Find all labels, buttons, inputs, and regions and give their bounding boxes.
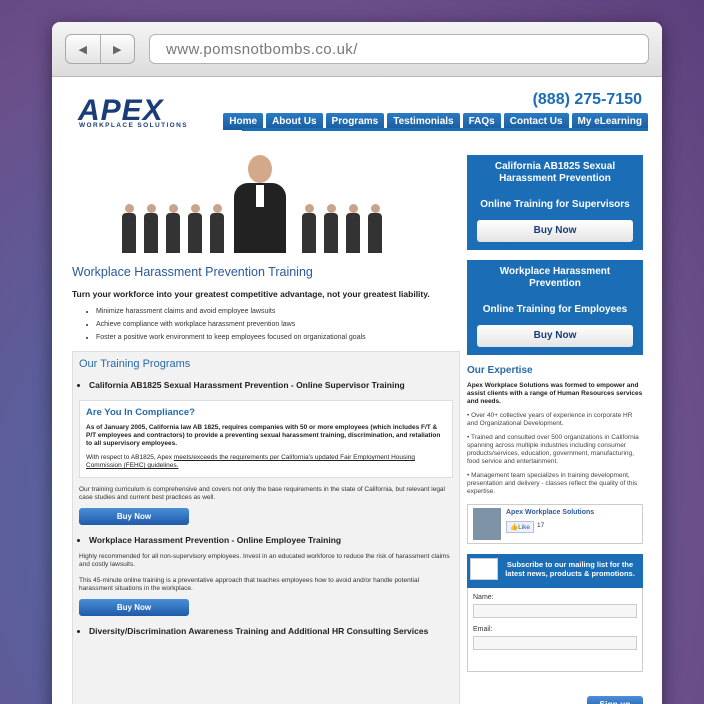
address-bar[interactable]: www.pomsnotbombs.co.uk/ xyxy=(149,34,649,64)
forward-icon[interactable]: ▶ xyxy=(99,35,135,63)
email-field[interactable] xyxy=(473,636,637,650)
list-item: Minimize harassment claims and avoid emp… xyxy=(96,308,460,315)
compliance-note: With respect to AB1825, Apex meets/excee… xyxy=(86,454,446,470)
compliance-box: Are You In Compliance? As of January 200… xyxy=(79,400,453,478)
person-figure xyxy=(210,204,224,253)
person-figure xyxy=(122,204,136,253)
mailing-list-text: Subscribe to our mailing list for the la… xyxy=(505,560,635,578)
hero-image xyxy=(102,153,412,253)
box-title: California AB1825 Sexual Harassment Prev… xyxy=(494,161,616,184)
person-figure xyxy=(144,204,158,253)
program-description: This 45-minute online training is a prev… xyxy=(79,577,420,592)
browser-toolbar: ◀ ▶ www.pomsnotbombs.co.uk/ xyxy=(52,22,662,77)
site-header: APEX WORKPLACE SOLUTIONS (888) 275-7150 … xyxy=(52,78,662,150)
employee-training-box: Workplace Harassment Prevention Online T… xyxy=(467,260,643,355)
signup-form: Name: Email: xyxy=(467,588,643,672)
fb-like-label: Like xyxy=(518,524,531,531)
compliance-title: Are You In Compliance? xyxy=(86,407,195,418)
person-figure xyxy=(188,204,202,253)
intro-text: Turn your workforce into your greatest c… xyxy=(72,289,430,299)
nav-underline xyxy=(242,128,648,131)
person-figure xyxy=(346,204,360,253)
name-label: Name: xyxy=(473,594,494,601)
person-figure xyxy=(324,204,338,253)
mailing-list-banner: Subscribe to our mailing list for the la… xyxy=(467,554,643,588)
buy-now-button[interactable]: Buy Now xyxy=(477,220,633,242)
fb-like-count: 17 xyxy=(537,522,545,529)
fb-page-name[interactable]: Apex Workplace Solutions xyxy=(506,509,594,516)
compliance-prefix: With respect to AB1825, Apex xyxy=(86,454,174,461)
program-description: Our training curriculum is comprehensive… xyxy=(79,486,445,501)
sign-up-button[interactable]: Sign up xyxy=(587,696,643,704)
training-programs-panel: Our Training Programs California AB1825 … xyxy=(72,351,460,704)
facebook-widget: Apex Workplace Solutions 👍Like 17 xyxy=(467,504,643,544)
person-figure xyxy=(302,204,316,253)
programs-heading: Our Training Programs xyxy=(79,358,191,370)
expertise-intro: Apex Workplace Solutions was formed to e… xyxy=(467,382,643,405)
supervisor-training-box: California AB1825 Sexual Harassment Prev… xyxy=(467,155,643,250)
browser-window: ◀ ▶ www.pomsnotbombs.co.uk/ APEX WORKPLA… xyxy=(52,22,662,704)
page-title: Workplace Harassment Prevention Training xyxy=(72,265,313,279)
expertise-point: • Over 40+ collective years of experienc… xyxy=(467,412,633,427)
back-icon[interactable]: ◀ xyxy=(66,35,100,63)
program-description: Highly recommended for all non-superviso… xyxy=(79,553,450,568)
expertise-point: • Management team specializes in trainin… xyxy=(467,472,638,495)
phone-number: (888) 275-7150 xyxy=(532,91,642,108)
list-item: Achieve compliance with workplace harass… xyxy=(96,321,460,328)
logo-tagline: WORKPLACE SOLUTIONS xyxy=(79,122,188,129)
avatar xyxy=(473,508,501,540)
box-subtitle: Online Training for Employees xyxy=(482,304,628,315)
buy-now-button[interactable]: Buy Now xyxy=(79,599,189,616)
fb-like-button[interactable]: 👍Like xyxy=(506,521,535,533)
person-figure xyxy=(368,204,382,253)
web-page: APEX WORKPLACE SOLUTIONS (888) 275-7150 … xyxy=(52,78,662,704)
envelope-icon xyxy=(470,558,498,580)
program-title: California AB1825 Sexual Harassment Prev… xyxy=(89,380,453,390)
name-field[interactable] xyxy=(473,604,637,618)
compliance-text: As of January 2005, California law AB 18… xyxy=(86,424,441,447)
program-title: Workplace Harassment Prevention - Online… xyxy=(89,535,453,545)
nav-buttons: ◀ ▶ xyxy=(65,34,135,64)
buy-now-button[interactable]: Buy Now xyxy=(79,508,189,525)
expertise-point: • Trained and consulted over 500 organiz… xyxy=(467,434,639,465)
sidebar: California AB1825 Sexual Harassment Prev… xyxy=(467,155,643,672)
person-figure xyxy=(166,204,180,253)
list-item: Foster a positive work environment to ke… xyxy=(96,334,460,341)
program-title: Diversity/Discrimination Awareness Train… xyxy=(89,626,453,636)
buy-now-button[interactable]: Buy Now xyxy=(477,325,633,347)
box-subtitle: Online Training for Supervisors xyxy=(480,199,630,210)
benefits-list: Minimize harassment claims and avoid emp… xyxy=(96,308,460,341)
box-title: Workplace Harassment Prevention xyxy=(499,266,611,289)
thumbs-up-icon: 👍 xyxy=(510,524,519,531)
businessman-figure xyxy=(234,155,286,253)
email-label: Email: xyxy=(473,626,493,633)
expertise-heading: Our Expertise xyxy=(467,365,533,376)
main-content: Workplace Harassment Prevention Training… xyxy=(72,153,460,704)
